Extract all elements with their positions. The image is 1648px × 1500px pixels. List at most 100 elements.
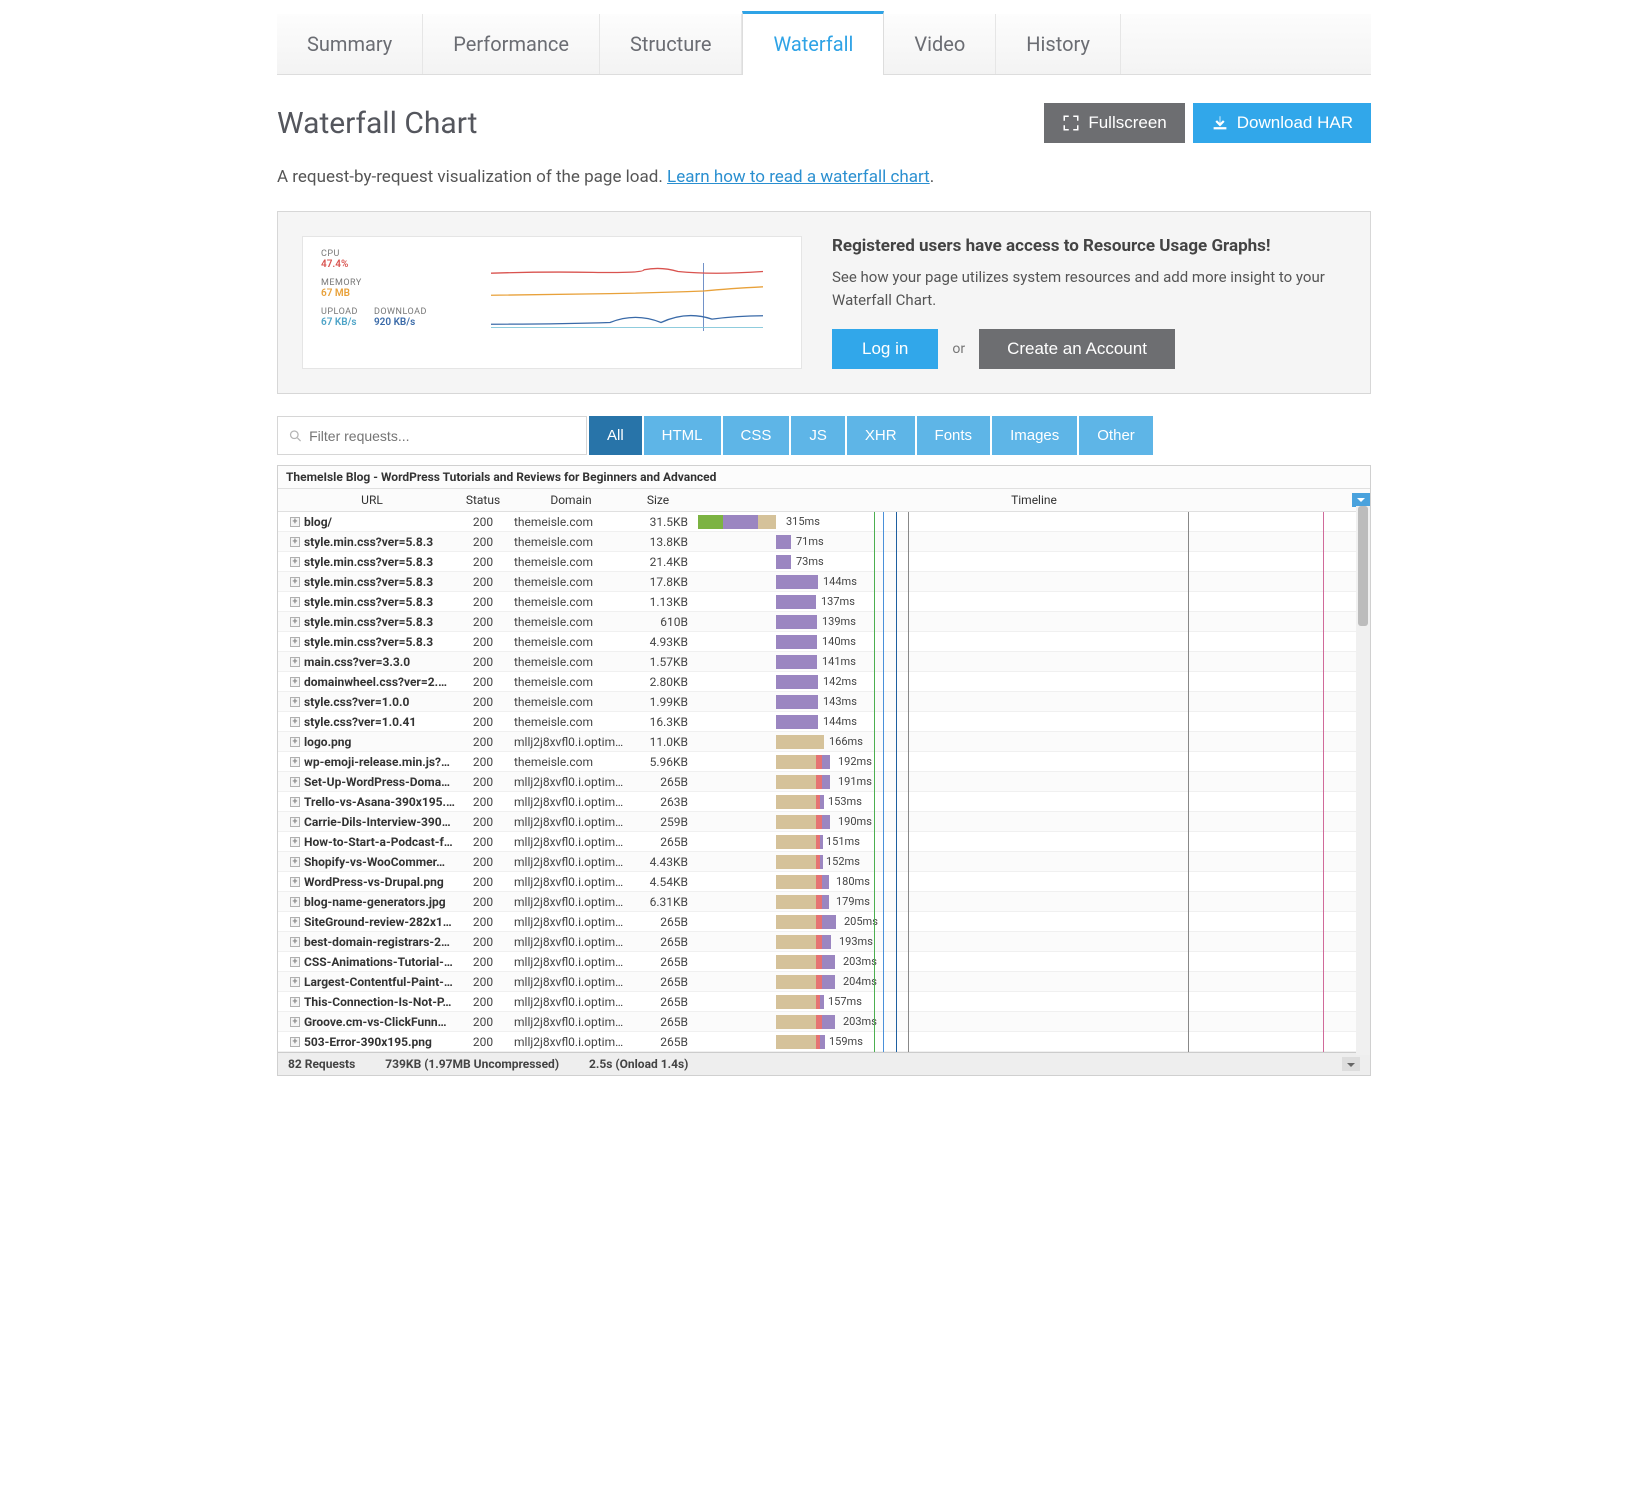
tab-structure[interactable]: Structure (600, 14, 742, 74)
expand-icon[interactable]: + (290, 777, 300, 787)
expand-icon[interactable]: + (290, 597, 300, 607)
table-row[interactable]: +SiteGround-review-282x1…200mllj2j8xvfl0… (278, 912, 1370, 932)
expand-icon[interactable]: + (290, 857, 300, 867)
table-row[interactable]: +best-domain-registrars-2…200mllj2j8xvfl… (278, 932, 1370, 952)
table-row[interactable]: +Carrie-Dils-Interview-390…200mllj2j8xvf… (278, 812, 1370, 832)
fullscreen-button[interactable]: Fullscreen (1044, 103, 1184, 143)
table-row[interactable]: +style.min.css?ver=5.8.3200themeisle.com… (278, 552, 1370, 572)
expand-icon[interactable]: + (290, 617, 300, 627)
table-row[interactable]: +CSS-Animations-Tutorial-…200mllj2j8xvfl… (278, 952, 1370, 972)
expand-icon[interactable]: + (290, 877, 300, 887)
table-row[interactable]: +Set-Up-WordPress-Doma…200mllj2j8xvfl0.i… (278, 772, 1370, 792)
row-size: 4.43KB (628, 855, 698, 869)
expand-icon[interactable]: + (290, 697, 300, 707)
tab-performance[interactable]: Performance (423, 14, 600, 74)
row-status: 200 (458, 635, 508, 649)
promo-box: CPU47.4% MEMORY67 MB UPLOAD67 KB/s DOWNL… (277, 211, 1371, 394)
expand-icon[interactable]: + (290, 1017, 300, 1027)
timeline-dropdown-icon[interactable] (1352, 493, 1370, 507)
scrollbar-thumb[interactable] (1358, 506, 1368, 626)
row-url: style.css?ver=1.0.0 (304, 695, 409, 709)
filter-html[interactable]: HTML (644, 416, 721, 455)
table-row[interactable]: +domainwheel.css?ver=2.…200themeisle.com… (278, 672, 1370, 692)
table-row[interactable]: +style.min.css?ver=5.8.3200themeisle.com… (278, 532, 1370, 552)
tab-video[interactable]: Video (884, 14, 996, 74)
filter-css[interactable]: CSS (723, 416, 790, 455)
table-row[interactable]: +Groove.cm-vs-ClickFunn…200mllj2j8xvfl0.… (278, 1012, 1370, 1032)
col-size-header[interactable]: Size (628, 493, 698, 507)
scrollbar[interactable] (1356, 506, 1370, 1055)
row-timeline: 190ms (698, 812, 1370, 831)
expand-icon[interactable]: + (290, 577, 300, 587)
tab-summary[interactable]: Summary (277, 14, 423, 74)
expand-icon[interactable]: + (290, 817, 300, 827)
table-row[interactable]: +blog-name-generators.jpg200mllj2j8xvfl0… (278, 892, 1370, 912)
expand-icon[interactable]: + (290, 557, 300, 567)
learn-link[interactable]: Learn how to read a waterfall chart (667, 167, 930, 187)
table-row[interactable]: +How-to-Start-a-Podcast-f…200mllj2j8xvfl… (278, 832, 1370, 852)
row-size: 13.8KB (628, 535, 698, 549)
table-row[interactable]: +blog/200themeisle.com31.5KB315ms (278, 512, 1370, 532)
filter-xhr[interactable]: XHR (847, 416, 915, 455)
create-account-button[interactable]: Create an Account (979, 329, 1175, 369)
expand-icon[interactable]: + (290, 677, 300, 687)
table-row[interactable]: +main.css?ver=3.3.0200themeisle.com1.57K… (278, 652, 1370, 672)
footer-requests: 82 Requests (288, 1057, 355, 1071)
table-row[interactable]: +wp-emoji-release.min.js?…200themeisle.c… (278, 752, 1370, 772)
waterfall-body[interactable]: +blog/200themeisle.com31.5KB315ms+style.… (278, 512, 1370, 1052)
filter-all[interactable]: All (589, 416, 642, 455)
filter-fonts[interactable]: Fonts (917, 416, 991, 455)
download-icon (1211, 114, 1229, 132)
table-row[interactable]: +Shopify-vs-WooCommer…200mllj2j8xvfl0.i.… (278, 852, 1370, 872)
row-time: 203ms (843, 1015, 877, 1028)
table-row[interactable]: +style.min.css?ver=5.8.3200themeisle.com… (278, 592, 1370, 612)
expand-icon[interactable]: + (290, 997, 300, 1007)
row-time: 137ms (821, 595, 855, 608)
table-row[interactable]: +503-Error-390x195.png200mllj2j8xvfl0.i.… (278, 1032, 1370, 1052)
row-status: 200 (458, 975, 508, 989)
filter-other[interactable]: Other (1079, 416, 1153, 455)
table-row[interactable]: +style.min.css?ver=5.8.3200themeisle.com… (278, 572, 1370, 592)
tab-waterfall[interactable]: Waterfall (742, 11, 884, 75)
table-row[interactable]: +Trello-vs-Asana-390x195.…200mllj2j8xvfl… (278, 792, 1370, 812)
table-row[interactable]: +style.css?ver=1.0.0200themeisle.com1.99… (278, 692, 1370, 712)
table-row[interactable]: +style.min.css?ver=5.8.3200themeisle.com… (278, 632, 1370, 652)
expand-icon[interactable]: + (290, 837, 300, 847)
table-row[interactable]: +This-Connection-Is-Not-P…200mllj2j8xvfl… (278, 992, 1370, 1012)
expand-icon[interactable]: + (290, 1037, 300, 1047)
row-time: 193ms (839, 935, 873, 948)
row-url: style.min.css?ver=5.8.3 (304, 615, 433, 629)
row-time: 159ms (829, 1035, 863, 1048)
table-row[interactable]: +style.min.css?ver=5.8.3200themeisle.com… (278, 612, 1370, 632)
expand-icon[interactable]: + (290, 917, 300, 927)
expand-icon[interactable]: + (290, 737, 300, 747)
row-size: 263B (628, 795, 698, 809)
footer-dropdown-icon[interactable] (1342, 1057, 1360, 1071)
expand-icon[interactable]: + (290, 937, 300, 947)
expand-icon[interactable]: + (290, 517, 300, 527)
col-status-header[interactable]: Status (458, 493, 508, 507)
col-domain-header[interactable]: Domain (508, 493, 628, 507)
login-button[interactable]: Log in (832, 329, 938, 369)
expand-icon[interactable]: + (290, 957, 300, 967)
row-size: 265B (628, 915, 698, 929)
table-row[interactable]: +WordPress-vs-Drupal.png200mllj2j8xvfl0.… (278, 872, 1370, 892)
expand-icon[interactable]: + (290, 757, 300, 767)
filter-js[interactable]: JS (791, 416, 845, 455)
expand-icon[interactable]: + (290, 637, 300, 647)
expand-icon[interactable]: + (290, 657, 300, 667)
download-har-button[interactable]: Download HAR (1193, 103, 1371, 143)
expand-icon[interactable]: + (290, 797, 300, 807)
col-url-header[interactable]: URL (278, 493, 458, 507)
filter-input[interactable] (303, 418, 576, 454)
expand-icon[interactable]: + (290, 897, 300, 907)
expand-icon[interactable]: + (290, 717, 300, 727)
tab-history[interactable]: History (996, 14, 1121, 74)
table-row[interactable]: +style.css?ver=1.0.41200themeisle.com16.… (278, 712, 1370, 732)
col-timeline-header[interactable]: Timeline (698, 493, 1370, 507)
table-row[interactable]: +logo.png200mllj2j8xvfl0.i.optimol…11.0K… (278, 732, 1370, 752)
expand-icon[interactable]: + (290, 537, 300, 547)
filter-images[interactable]: Images (992, 416, 1077, 455)
expand-icon[interactable]: + (290, 977, 300, 987)
table-row[interactable]: +Largest-Contentful-Paint-…200mllj2j8xvf… (278, 972, 1370, 992)
